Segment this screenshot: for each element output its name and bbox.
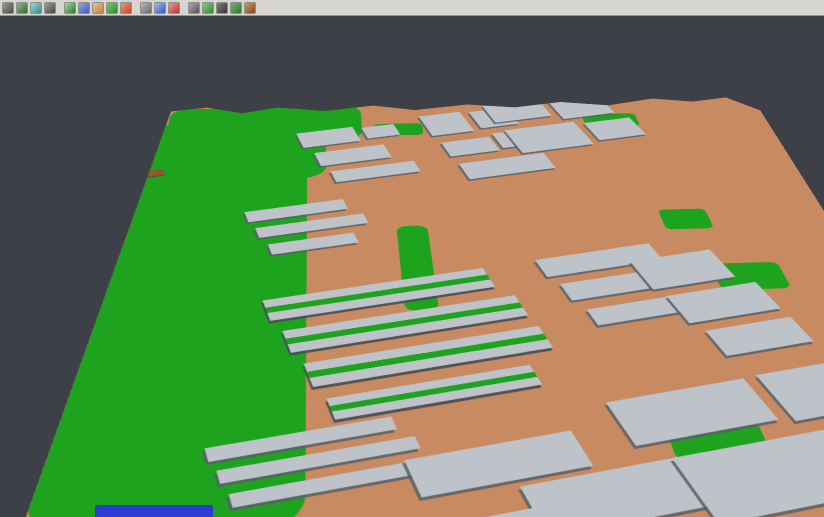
water-strip [95, 505, 213, 517]
building-roof [667, 282, 781, 323]
building-roof [268, 233, 359, 255]
building-roof [482, 100, 552, 123]
toolbar-icon-13[interactable] [188, 2, 200, 14]
building-roof [432, 499, 606, 517]
building-roof [545, 92, 615, 119]
toolbar-icon-15[interactable] [216, 2, 228, 14]
toolbar-icon-2[interactable] [16, 2, 28, 14]
building-roof [296, 127, 361, 148]
building-roof [419, 112, 475, 136]
building-roof [584, 117, 646, 140]
toolbar-icon-5[interactable] [64, 2, 76, 14]
hut-roof [144, 169, 165, 177]
toolbar-icon-3[interactable] [30, 2, 42, 14]
toolbar-icon-6[interactable] [78, 2, 90, 14]
viewport-3d[interactable] [0, 17, 824, 517]
toolbar-icon-14[interactable] [202, 2, 214, 14]
building-roof [504, 122, 594, 153]
building-roof [361, 124, 400, 139]
terrain-plane [0, 96, 824, 517]
toolbar-icon-7[interactable] [92, 2, 104, 14]
toolbar-icon-10[interactable] [140, 2, 152, 14]
terrain [0, 96, 824, 517]
toolbar-icon-1[interactable] [2, 2, 14, 14]
toolbar-icon-11[interactable] [154, 2, 166, 14]
toolbar-icon-12[interactable] [168, 2, 180, 14]
toolbar-icon-4[interactable] [44, 2, 56, 14]
building-roof [441, 137, 500, 157]
building-roof [459, 153, 556, 179]
toolbar-icon-17[interactable] [244, 2, 256, 14]
building-roof [331, 161, 421, 182]
main-toolbar [0, 0, 824, 16]
building-roof [314, 144, 392, 166]
building-roof [606, 378, 779, 446]
hut-roof [109, 169, 138, 180]
building-group [0, 43, 824, 517]
toolbar-icon-16[interactable] [230, 2, 242, 14]
application-window [0, 0, 824, 517]
toolbar-icon-9[interactable] [120, 2, 132, 14]
building-roof [705, 317, 813, 356]
toolbar-icon-8[interactable] [106, 2, 118, 14]
